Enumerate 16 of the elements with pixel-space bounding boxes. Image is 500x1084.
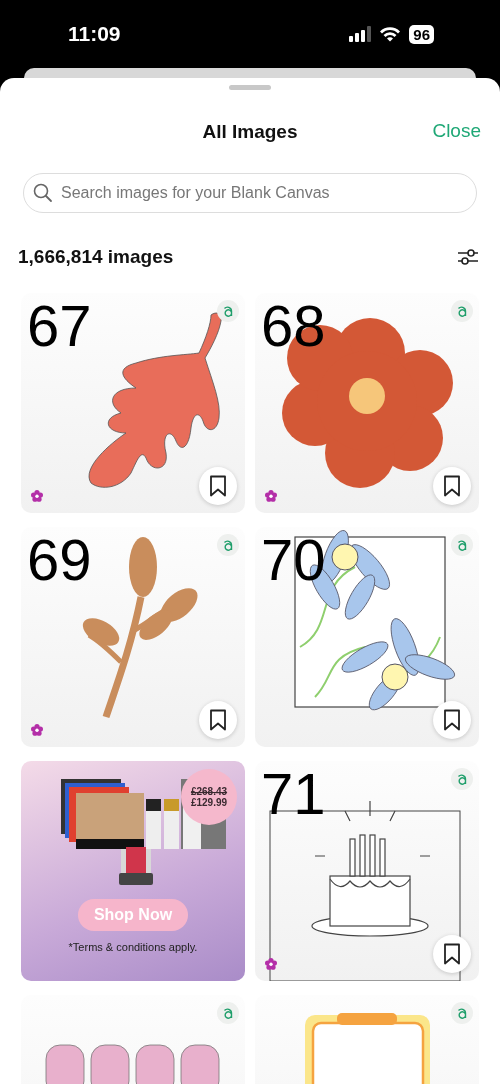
tile-number: 67 bbox=[27, 297, 92, 355]
sale-price: £129.99 bbox=[190, 797, 228, 808]
result-count: 1,666,814 images bbox=[18, 246, 174, 268]
search-field[interactable]: Search images for your Blank Canvas bbox=[23, 173, 477, 213]
terms-text: *Terms & conditions apply. bbox=[68, 941, 198, 953]
shop-now-button[interactable]: Shop Now bbox=[77, 899, 189, 931]
tile-number: 70 bbox=[261, 531, 326, 589]
tile-number: 69 bbox=[27, 531, 92, 589]
status-time: 11:09 bbox=[68, 22, 121, 46]
old-price: £268.43 bbox=[190, 786, 228, 797]
tile-number: 71 bbox=[261, 765, 326, 823]
close-button[interactable]: Close bbox=[432, 120, 481, 142]
tile-number: 68 bbox=[261, 297, 326, 355]
battery-indicator: 96 bbox=[409, 24, 434, 44]
sheet-title: All Images bbox=[202, 120, 298, 143]
promo-banner[interactable]: £268.43 £129.99 Shop Now *Terms & conditions apply. bbox=[21, 761, 245, 981]
